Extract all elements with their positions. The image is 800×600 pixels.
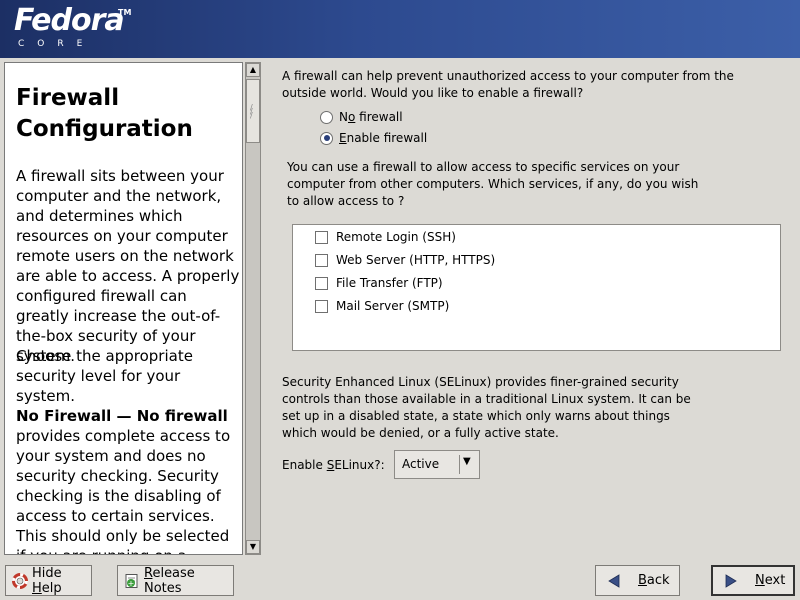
logo-tm: TM — [118, 8, 132, 17]
service-http-label[interactable]: Web Server (HTTP, HTTPS) — [336, 251, 495, 269]
chevron-down-icon: ▼ — [463, 456, 471, 467]
scrollbar-thumb[interactable]: / / / — [246, 79, 260, 143]
services-question: You can use a firewall to allow access t… — [287, 160, 699, 208]
enable-firewall-label[interactable]: Enable firewall — [339, 129, 427, 147]
grip-icon: / / / — [250, 103, 253, 120]
release-notes-label: Release Notes — [144, 565, 195, 596]
enable-firewall-radio-option[interactable]: Enable firewall — [320, 129, 427, 147]
selinux-selected-value: Active — [402, 457, 440, 471]
help-title: Firewall Configuration — [16, 85, 193, 142]
logo-subtitle: CORE — [18, 39, 96, 49]
select-divider — [459, 455, 460, 474]
svg-text:+: + — [128, 579, 135, 588]
help-scrollbar[interactable]: ▲ / / / ▼ — [245, 62, 261, 555]
logo-word: Fedora — [14, 3, 125, 38]
service-smtp-checkbox[interactable] — [315, 299, 328, 313]
enable-firewall-radio[interactable] — [320, 131, 333, 145]
selinux-select[interactable]: Active ▼ — [394, 450, 480, 479]
help-no-firewall-text: provides complete access to your system … — [16, 427, 231, 554]
back-label: Back — [638, 573, 670, 588]
firewall-question: A firewall can help prevent unauthorized… — [282, 69, 734, 100]
release-notes-button[interactable]: + Release Notes — [117, 565, 234, 596]
service-item-smtp[interactable]: Mail Server (SMTP) — [315, 297, 449, 315]
scroll-up-arrow-icon[interactable]: ▲ — [246, 63, 260, 77]
service-item-ssh[interactable]: Remote Login (SSH) — [315, 228, 456, 246]
help-paragraph-choose: Choose the appropriate security level fo… — [16, 347, 193, 405]
next-button[interactable]: Next — [711, 565, 795, 596]
no-firewall-radio[interactable] — [320, 110, 333, 124]
notes-icon: + — [124, 573, 140, 589]
hide-help-label: Hide Help — [32, 565, 62, 596]
help-paragraph-intro: A firewall sits between your computer an… — [16, 167, 240, 365]
next-label: Next — [755, 573, 786, 588]
service-item-http[interactable]: Web Server (HTTP, HTTPS) — [315, 251, 495, 269]
header-banner: Fedora TM CORE — [0, 0, 800, 58]
service-smtp-label[interactable]: Mail Server (SMTP) — [336, 297, 449, 315]
help-pane: Firewall Configuration A firewall sits b… — [4, 62, 243, 555]
service-ftp-label[interactable]: File Transfer (FTP) — [336, 274, 443, 292]
hide-help-button[interactable]: Hide Help — [5, 565, 92, 596]
help-paragraph-no-firewall: No Firewall — No firewall provides compl… — [16, 406, 242, 554]
service-ssh-checkbox[interactable] — [315, 230, 328, 244]
trusted-services-list: Remote Login (SSH) Web Server (HTTP, HTT… — [292, 224, 781, 351]
selinux-label: Enable SELinux?: — [282, 458, 385, 472]
service-http-checkbox[interactable] — [315, 253, 328, 267]
right-arrow-icon — [723, 573, 739, 589]
lifebuoy-icon — [12, 572, 28, 589]
fedora-logo: Fedora TM CORE — [14, 3, 131, 50]
left-arrow-icon — [606, 573, 622, 589]
scroll-down-arrow-icon[interactable]: ▼ — [246, 540, 260, 554]
no-firewall-label[interactable]: No firewall — [339, 108, 403, 126]
service-ftp-checkbox[interactable] — [315, 276, 328, 290]
back-button[interactable]: Back — [595, 565, 680, 596]
selinux-description: Security Enhanced Linux (SELinux) provid… — [282, 375, 691, 440]
service-ssh-label[interactable]: Remote Login (SSH) — [336, 228, 456, 246]
help-no-firewall-heading: No Firewall — No firewall — [16, 407, 228, 425]
service-item-ftp[interactable]: File Transfer (FTP) — [315, 274, 443, 292]
no-firewall-radio-option[interactable]: No firewall — [320, 108, 403, 126]
